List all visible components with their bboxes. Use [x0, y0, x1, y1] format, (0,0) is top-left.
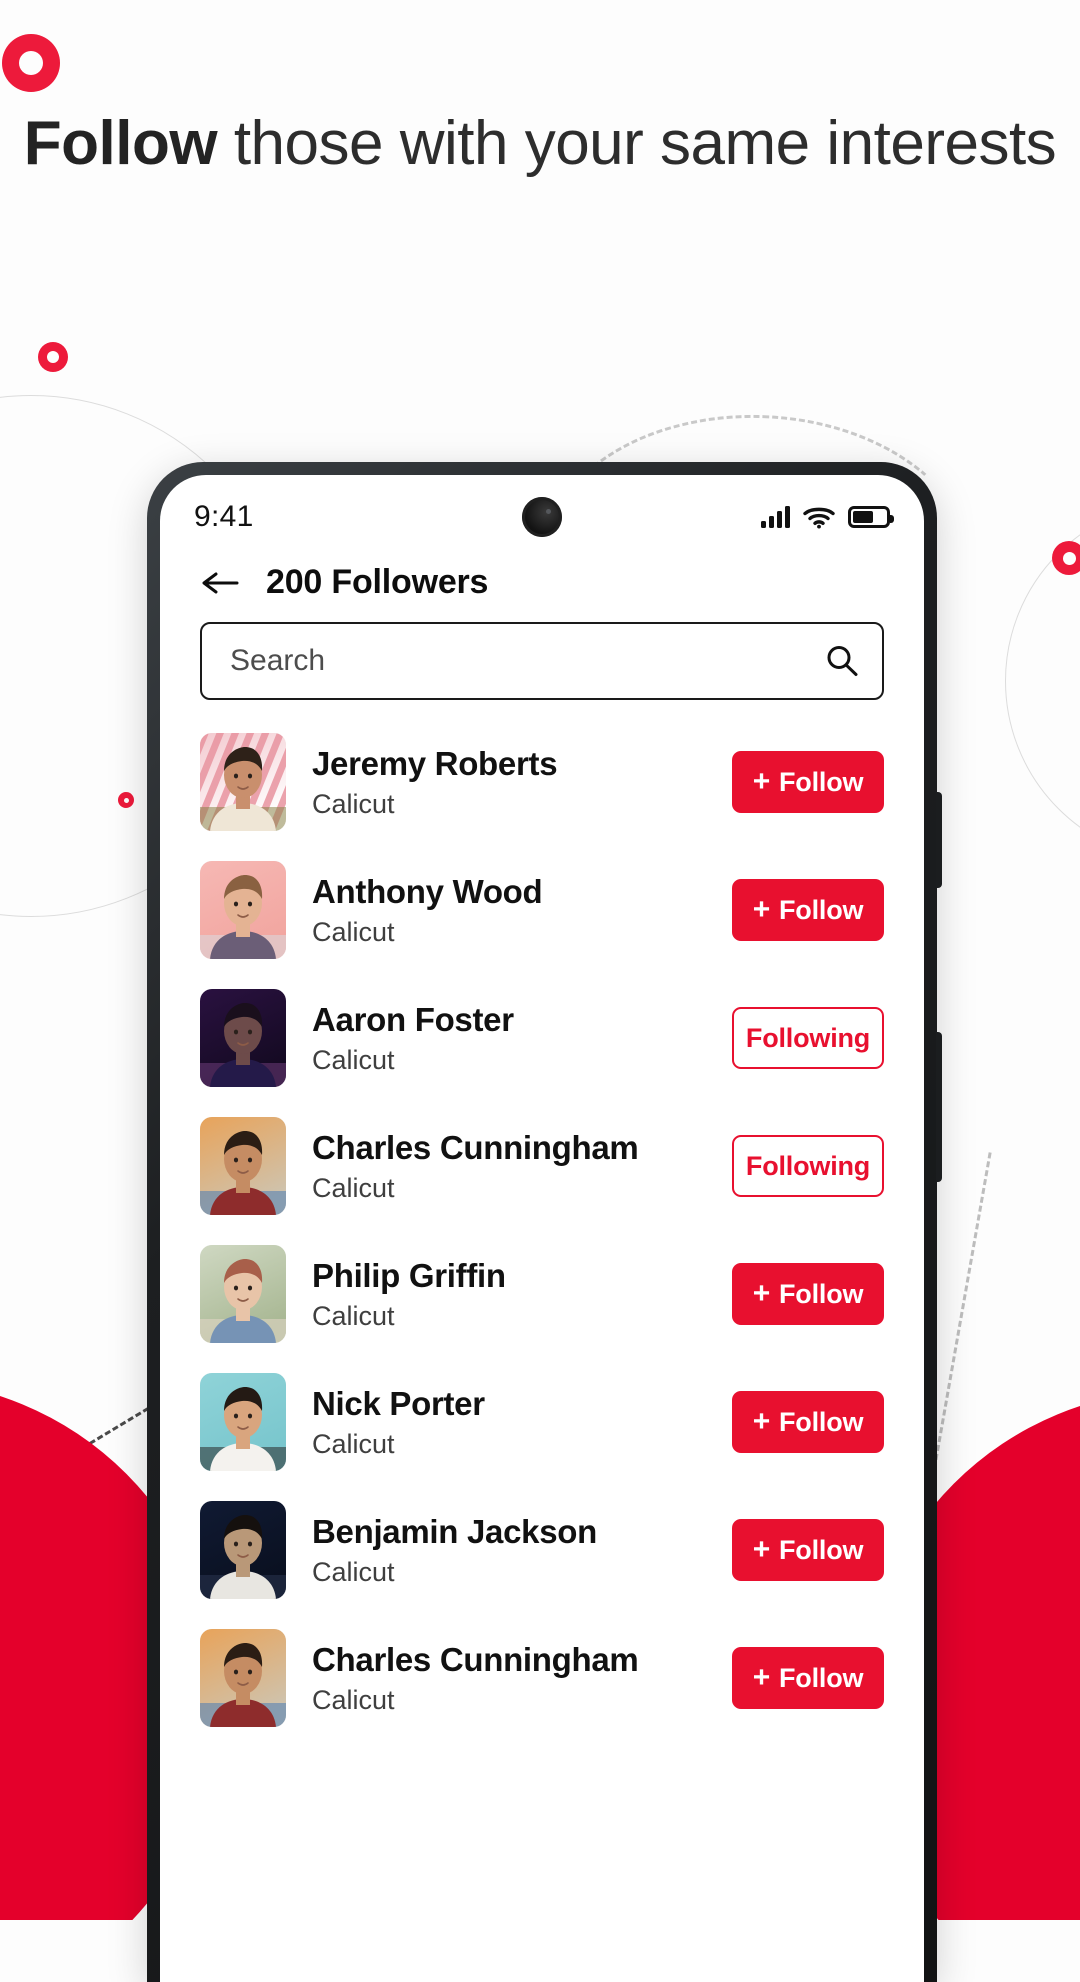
follower-location: Calicut: [312, 1173, 706, 1204]
decorative-donut-right-icon: [1052, 541, 1080, 575]
avatar-benjamin-jackson[interactable]: [200, 1501, 286, 1599]
action-button-label: Follow: [779, 1407, 863, 1438]
avatar-philip-griffin[interactable]: [200, 1245, 286, 1343]
following-button[interactable]: Following: [732, 1007, 884, 1069]
follower-row[interactable]: Philip Griffin Calicut + Follow: [200, 1230, 884, 1358]
action-button-label: Follow: [779, 1663, 863, 1694]
follower-location: Calicut: [312, 789, 706, 820]
follow-button[interactable]: + Follow: [732, 879, 884, 941]
plus-icon: +: [753, 1535, 770, 1565]
follower-location: Calicut: [312, 1301, 706, 1332]
follower-row[interactable]: Charles Cunningham Calicut Following: [200, 1102, 884, 1230]
avatar-charles-cunningham-2[interactable]: [200, 1629, 286, 1727]
follower-name: Philip Griffin: [312, 1257, 706, 1295]
follower-row[interactable]: Charles Cunningham Calicut + Follow: [200, 1614, 884, 1742]
follower-name: Aaron Foster: [312, 1001, 706, 1039]
follower-row[interactable]: Aaron Foster Calicut Following: [200, 974, 884, 1102]
search-icon[interactable]: [824, 643, 860, 679]
action-button-label: Following: [746, 1023, 870, 1054]
search-input[interactable]: [228, 643, 824, 679]
follower-row[interactable]: Jeremy Roberts Calicut + Follow: [200, 718, 884, 846]
avatar-charles-cunningham[interactable]: [200, 1117, 286, 1215]
headline-strong: Follow: [24, 109, 217, 178]
follower-name: Nick Porter: [312, 1385, 706, 1423]
follower-info: Anthony Wood Calicut: [312, 873, 706, 948]
avatar-anthony-wood[interactable]: [200, 861, 286, 959]
wifi-icon: [803, 505, 835, 529]
follow-button[interactable]: + Follow: [732, 1391, 884, 1453]
status-icons: [761, 505, 890, 529]
action-button-label: Follow: [779, 1535, 863, 1566]
follower-location: Calicut: [312, 1429, 706, 1460]
avatar-aaron-foster[interactable]: [200, 989, 286, 1087]
back-arrow-icon[interactable]: [200, 568, 240, 598]
plus-icon: +: [753, 1663, 770, 1693]
follow-button[interactable]: + Follow: [732, 1519, 884, 1581]
follower-name: Charles Cunningham: [312, 1641, 706, 1679]
follower-location: Calicut: [312, 1557, 706, 1588]
follower-info: Philip Griffin Calicut: [312, 1257, 706, 1332]
phone-side-button-lower[interactable]: [936, 1032, 942, 1182]
followers-list: Jeremy RobertsCalicut+FollowAnthony Wood…: [160, 700, 924, 1742]
follower-row[interactable]: Benjamin Jackson Calicut + Follow: [200, 1486, 884, 1614]
decorative-donut-small-icon: [118, 792, 134, 808]
decorative-dashed-line-right: [931, 1152, 991, 1478]
follower-info: Nick Porter Calicut: [312, 1385, 706, 1460]
phone-screen: 9:41 200 Followers: [160, 475, 924, 1982]
follower-location: Calicut: [312, 917, 706, 948]
signal-bars-icon: [761, 506, 790, 528]
action-button-label: Follow: [779, 767, 863, 798]
follower-info: Benjamin Jackson Calicut: [312, 1513, 706, 1588]
page-headline: Follow those with your same interests: [0, 100, 1080, 188]
action-button-label: Following: [746, 1151, 870, 1182]
plus-icon: +: [753, 767, 770, 797]
page-title: 200 Followers: [266, 563, 488, 602]
follower-name: Benjamin Jackson: [312, 1513, 706, 1551]
follower-name: Jeremy Roberts: [312, 745, 706, 783]
follower-row[interactable]: Nick Porter Calicut + Follow: [200, 1358, 884, 1486]
search-box[interactable]: [200, 622, 884, 700]
follower-location: Calicut: [312, 1685, 706, 1716]
phone-mockup: 9:41 200 Followers: [147, 462, 937, 1982]
plus-icon: +: [753, 1407, 770, 1437]
decorative-donut-large-icon: [2, 34, 60, 92]
battery-icon: [848, 506, 890, 528]
follower-name: Anthony Wood: [312, 873, 706, 911]
action-button-label: Follow: [779, 1279, 863, 1310]
follow-button[interactable]: + Follow: [732, 1263, 884, 1325]
follower-location: Calicut: [312, 1045, 706, 1076]
front-camera-icon: [522, 497, 562, 537]
avatar-jeremy-roberts[interactable]: [200, 733, 286, 831]
decorative-ring-right: [1005, 500, 1080, 862]
avatar-nick-porter[interactable]: [200, 1373, 286, 1471]
follow-button[interactable]: + Follow: [732, 1647, 884, 1709]
action-button-label: Follow: [779, 895, 863, 926]
plus-icon: +: [753, 1279, 770, 1309]
search-section: [160, 614, 924, 700]
following-button[interactable]: Following: [732, 1135, 884, 1197]
decorative-donut-medium-icon: [38, 342, 68, 372]
phone-side-button-upper[interactable]: [936, 792, 942, 888]
follower-info: Jeremy Roberts Calicut: [312, 745, 706, 820]
app-header: 200 Followers: [160, 547, 924, 614]
follower-info: Charles Cunningham Calicut: [312, 1129, 706, 1204]
follow-button[interactable]: + Follow: [732, 751, 884, 813]
follower-row[interactable]: Anthony Wood Calicut + Follow: [200, 846, 884, 974]
follower-info: Charles Cunningham Calicut: [312, 1641, 706, 1716]
status-time: 9:41: [194, 500, 254, 534]
plus-icon: +: [753, 895, 770, 925]
follower-info: Aaron Foster Calicut: [312, 1001, 706, 1076]
follower-name: Charles Cunningham: [312, 1129, 706, 1167]
headline-rest: those with your same interests: [217, 109, 1056, 178]
